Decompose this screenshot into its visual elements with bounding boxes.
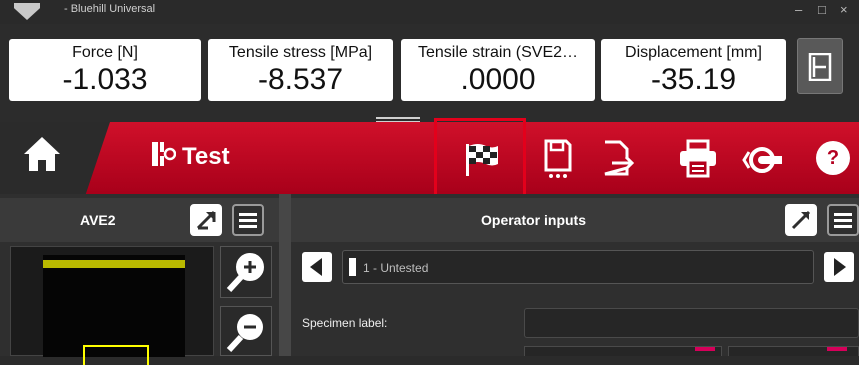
close-button[interactable]: ×: [840, 2, 848, 17]
panel-title: Operator inputs: [481, 212, 587, 228]
save-button[interactable]: [536, 138, 580, 180]
specimen-status-marker: [349, 258, 356, 276]
triangle-left-icon: [310, 258, 322, 276]
help-button[interactable]: ?: [816, 141, 850, 175]
next-specimen-button[interactable]: [824, 252, 854, 282]
specimen-label-input[interactable]: [524, 308, 859, 338]
required-indicator: [695, 347, 715, 351]
reading-label: Tensile stress [MPa]: [228, 44, 373, 61]
panel-splitter[interactable]: [279, 194, 291, 356]
specimen-navigator: 1 - Untested: [298, 250, 856, 284]
reading-card-stress[interactable]: Tensile stress [MPa] -8.537: [208, 39, 393, 101]
print-button[interactable]: [676, 138, 720, 180]
camera-marker-band: [43, 260, 185, 268]
hamburger-icon: [239, 213, 257, 228]
connection-icon: [742, 147, 782, 173]
left-panel-header: AVE2: [0, 198, 279, 242]
right-panel-header: Operator inputs: [291, 198, 859, 242]
title-bar: - Bluehill Universal – □ ×: [0, 0, 859, 24]
menu-button[interactable]: [232, 204, 264, 236]
reading-value: -1.033: [62, 63, 148, 96]
window-title: - Bluehill Universal: [64, 3, 156, 15]
specimen-selector[interactable]: 1 - Untested: [342, 250, 814, 284]
reading-card-displacement[interactable]: Displacement [mm] -35.19: [601, 39, 786, 101]
specimen-grip-icon: [152, 142, 177, 166]
live-readings-bar: Force [N] -1.033 Tensile stress [MPa] -8…: [0, 24, 859, 123]
roi-box[interactable]: [83, 345, 149, 365]
save-icon: [544, 139, 572, 178]
door-exit-button[interactable]: [797, 38, 843, 94]
checkered-flag-icon: [466, 144, 498, 176]
triangle-right-icon: [834, 258, 846, 276]
reading-value: -35.19: [650, 63, 737, 96]
video-extensometer-view[interactable]: [10, 246, 214, 365]
connect-button[interactable]: [741, 138, 785, 180]
expand-icon: [791, 210, 811, 230]
maximize-button[interactable]: □: [818, 2, 826, 17]
reading-label: Displacement [mm]: [625, 44, 762, 61]
ribbon-title: Test: [182, 143, 230, 170]
workspace: AVE2 Operator inputs 1 - Untested Specim…: [0, 194, 859, 365]
panel-title: AVE2: [80, 212, 116, 228]
printer-icon: [680, 139, 716, 178]
zoom-out-button[interactable]: [220, 306, 272, 356]
zoom-in-button[interactable]: [220, 246, 272, 298]
specimen-selector-label: 1 - Untested: [363, 261, 429, 275]
home-button[interactable]: [0, 122, 110, 194]
menu-button[interactable]: [827, 204, 859, 236]
expand-icon: [196, 210, 216, 230]
reading-card-force[interactable]: Force [N] -1.033: [9, 39, 201, 101]
camera-image: [43, 255, 185, 365]
reading-card-strain[interactable]: Tensile strain (SVE2… .0000: [401, 39, 595, 101]
home-icon: [24, 137, 60, 171]
app-logo-icon: [14, 3, 40, 20]
door-icon: [808, 53, 832, 81]
zoom-out-icon: [226, 314, 263, 353]
reading-value: -8.537: [257, 63, 344, 96]
export-icon: [604, 140, 635, 176]
hamburger-icon: [834, 213, 852, 228]
reading-value: .0000: [460, 63, 536, 96]
zoom-in-icon: [226, 253, 264, 293]
export-button[interactable]: [596, 138, 640, 180]
reading-label: Tensile strain (SVE2…: [417, 44, 579, 61]
start-test-button[interactable]: [458, 138, 502, 180]
required-indicator: [827, 347, 847, 351]
specimen-label-caption: Specimen label:: [302, 316, 388, 330]
minimize-button[interactable]: –: [795, 2, 802, 17]
expand-button[interactable]: [785, 204, 817, 236]
expand-button[interactable]: [190, 204, 222, 236]
input-field[interactable]: [524, 346, 722, 356]
previous-specimen-button[interactable]: [302, 252, 332, 282]
ribbon-toolbar: Test ?: [0, 118, 859, 200]
test-title: Test: [150, 140, 230, 171]
reading-label: Force [N]: [72, 44, 138, 61]
input-field[interactable]: [728, 346, 859, 356]
